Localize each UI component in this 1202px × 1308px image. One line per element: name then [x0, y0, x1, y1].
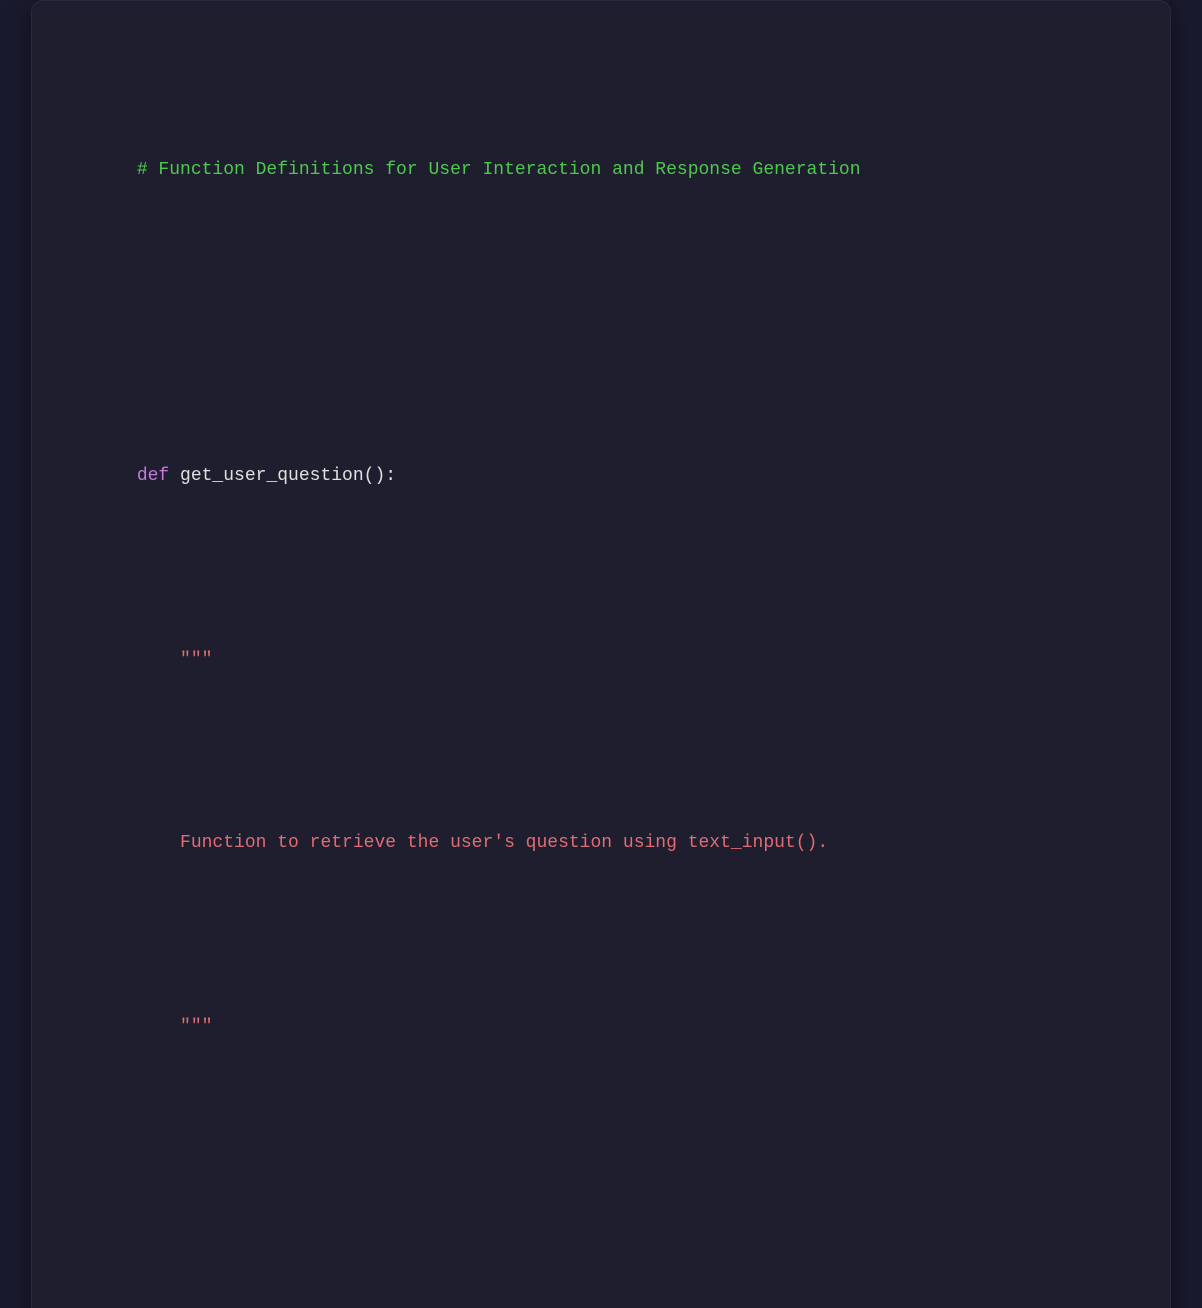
blank-line-2 — [72, 1165, 1130, 1196]
comment-line: # Function Definitions for User Interact… — [72, 125, 1130, 217]
func1-docopen-line: """ — [72, 614, 1130, 706]
func1-doctext-line: Function to retrieve the user's question… — [72, 798, 1130, 890]
code-content: # Function Definitions for User Interact… — [72, 33, 1130, 1308]
code-window: # Function Definitions for User Interact… — [31, 0, 1171, 1308]
func1-docclose-line: """ — [72, 981, 1130, 1073]
blank-line-1 — [72, 308, 1130, 339]
func1-body1-line: user_question = st.text_input("Ask a que… — [72, 1287, 1130, 1308]
func1-def-line: def get_user_question(): — [72, 431, 1130, 523]
